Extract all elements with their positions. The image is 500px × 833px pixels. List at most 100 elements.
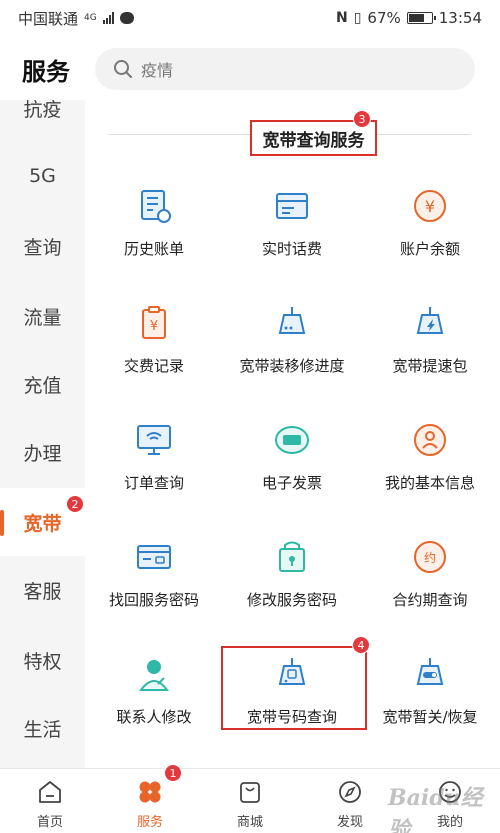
service-label: 我的基本信息 [384,474,475,492]
service-label: 电子发票 [261,474,322,492]
service-basic-info[interactable]: 我的基本信息 [361,414,499,524]
baidu-watermark: Baidu经验 [388,785,483,833]
search-input[interactable]: 疫情 [95,48,475,90]
tab-label: 首页 [36,815,63,830]
service-payment-record[interactable]: ¥ 交费记录 [85,297,223,407]
network-label: 4G [84,13,97,23]
service-label: 找回服务密码 [108,591,199,609]
bill-history-icon [141,190,171,223]
status-bar: 中国联通 4G N ▯ 67% 13:54 [0,0,500,36]
payment-record-icon: ¥ [142,306,166,339]
sidebar-item-label: 特权 [23,650,62,673]
carrier-label: 中国联通 [18,9,79,28]
service-label: 订单查询 [123,474,184,492]
clock: 13:54 [438,9,482,27]
user-info-icon [414,424,446,456]
tab-mall[interactable]: 商城 [200,769,300,833]
sidebar-item-label: 生活 [23,718,62,741]
tab-label: 服务 [136,815,163,830]
balance-yen-icon: ¥ [414,190,446,222]
service-e-invoice[interactable]: 电子发票 [223,414,361,524]
section-header: 宽带查询服务 [109,100,471,170]
shopping-bag-icon [240,782,260,803]
annotation-badge-3: 3 [353,110,371,128]
service-realtime-fee[interactable]: 实时话费 [223,180,361,290]
service-change-password[interactable]: 修改服务密码 [223,531,361,641]
compass-icon [339,781,361,803]
tab-discover[interactable]: 发现 [300,769,400,833]
service-contract-query[interactable]: 约 合约期查询 [361,531,499,641]
service-panel: 宽带查询服务 3 历史账单 实时话费 ¥ 账户余额 ¥ 交费记录 宽带装移修进度… [85,100,500,768]
broadband-speedup-icon [416,307,444,334]
service-broadband-toggle[interactable]: 宽带暂关/恢复 [361,648,499,758]
sidebar-item-handle[interactable]: 办理 [0,418,85,486]
service-label: 宽带装移修进度 [239,357,345,375]
sidebar-item-recharge[interactable]: 充值 [0,350,85,418]
password-change-icon [279,541,305,572]
password-recover-icon [137,545,171,569]
sidebar-item-query[interactable]: 查询 [0,212,85,280]
nfc-icon: N [335,10,348,26]
service-label: 历史账单 [123,240,184,258]
annotation-badge-2: 2 [66,495,84,513]
annotation-badge-1: 1 [164,764,182,782]
service-broadband-speedup[interactable]: 宽带提速包 [361,297,499,407]
sidebar-item-label: 客服 [23,580,62,603]
battery-icon [406,12,436,24]
svg-text:¥: ¥ [150,319,158,334]
sidebar-item-label: 流量 [23,306,62,329]
service-label: 修改服务密码 [246,591,337,609]
page-header: 服务 疫情 [0,38,500,100]
sidebar-item-label: 抗疫 [23,100,62,121]
sidebar-item-customer-service[interactable]: 客服 [0,556,85,624]
sidebar-item-life[interactable]: 生活 [0,694,85,762]
sidebar-item-label: 宽带 [23,512,62,535]
tab-home[interactable]: 首页 [0,769,100,833]
broadband-install-icon [278,307,306,334]
category-sidebar[interactable]: 抗疫 5G 查询 流量 充值 办理 宽带 客服 特权 生活 [0,100,85,768]
highlight-box-broadband-number [221,646,367,730]
vibrate-icon: ▯ [353,10,362,26]
order-monitor-icon [137,425,171,455]
sidebar-item-label: 充值 [23,374,62,397]
contact-edit-icon [139,660,169,691]
divider-right [377,134,471,135]
realtime-fee-icon [276,193,308,219]
service-bill-history[interactable]: 历史账单 [85,180,223,290]
service-account-balance[interactable]: ¥ 账户余额 [361,180,499,290]
sidebar-item-label: 办理 [23,442,62,465]
sidebar-item-antiepidemic[interactable]: 抗疫 [0,100,85,142]
service-label: 宽带提速包 [392,357,468,375]
signal-icon [102,12,114,24]
search-icon [114,60,132,78]
sidebar-item-privileges[interactable]: 特权 [0,626,85,694]
service-label: 合约期查询 [392,591,468,609]
service-contact-edit[interactable]: 联系人修改 [85,648,223,758]
service-label: 交费记录 [123,357,184,375]
sidebar-item-label: 5G [29,165,56,187]
e-invoice-icon [275,426,309,454]
annotation-badge-4: 4 [352,636,370,654]
search-placeholder: 疫情 [141,61,174,80]
svg-text:约: 约 [424,550,436,565]
service-broadband-install[interactable]: 宽带装移修进度 [223,297,361,407]
sidebar-item-5g[interactable]: 5G [0,142,85,210]
service-label: 实时话费 [261,240,322,258]
home-icon [39,781,61,803]
divider-left [109,134,250,135]
service-clover-icon [139,781,161,803]
service-label: 账户余额 [399,240,460,258]
broadband-toggle-icon [416,658,444,685]
tab-service[interactable]: 服务 [100,769,200,833]
service-label: 宽带暂关/恢复 [382,708,478,726]
page-title: 服务 [22,57,70,86]
message-icon [119,12,134,24]
sidebar-item-data[interactable]: 流量 [0,282,85,350]
svg-text:¥: ¥ [425,197,435,216]
sidebar-item-label: 查询 [23,236,62,259]
service-order-query[interactable]: 订单查询 [85,414,223,524]
battery-percent: 67% [367,9,401,27]
service-label: 联系人修改 [116,708,192,726]
service-recover-password[interactable]: 找回服务密码 [85,531,223,641]
tab-label: 商城 [236,815,263,830]
